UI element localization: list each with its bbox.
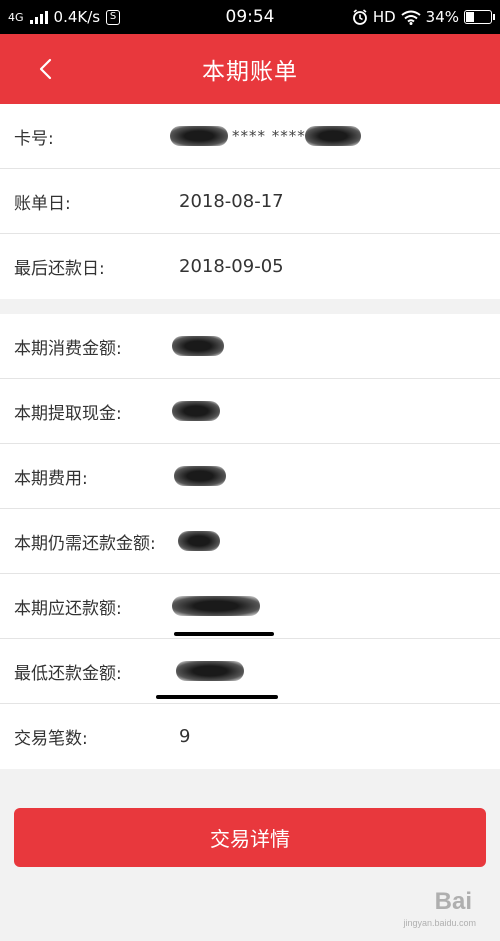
masked-card-suffix <box>305 126 361 146</box>
nav-bar: 本期账单 <box>0 34 500 104</box>
payable-label: 本期应还款额: <box>14 598 122 619</box>
due-date-label: 最后还款日: <box>14 259 105 279</box>
card-number-stars: **** **** <box>232 127 306 145</box>
statement-date-value: 2018-08-17 <box>179 190 284 212</box>
page-title: 本期账单 <box>202 59 298 85</box>
card-info-section: 卡号: **** **** 账单日: 2018-08-17 最后还款日: 201… <box>0 104 500 299</box>
baidu-watermark: Bai <box>434 888 472 915</box>
cash-withdrawal-row: 本期提取现金: <box>0 379 500 444</box>
section-divider <box>0 299 500 314</box>
status-left: 4G 0.4K/s S <box>8 8 121 26</box>
speed-indicator-icon: S <box>106 9 121 25</box>
battery-icon <box>464 10 495 24</box>
baidu-watermark-url: jingyan.baidu.com <box>403 918 476 928</box>
network-speed: 0.4K/s <box>53 8 101 26</box>
network-type: 4G <box>8 10 24 24</box>
statement-date-row: 账单日: 2018-08-17 <box>0 169 500 234</box>
card-number-label: 卡号: <box>14 128 54 149</box>
masked-fees-value <box>174 466 226 486</box>
wifi-icon <box>401 10 421 25</box>
hd-indicator: HD <box>372 8 396 26</box>
masked-cash-value <box>172 401 220 421</box>
remaining-due-row: 本期仍需还款金额: <box>0 509 500 574</box>
payable-underline <box>174 632 274 636</box>
masked-remaining-value <box>178 531 220 551</box>
masked-minimum-value <box>176 661 244 681</box>
transaction-detail-button[interactable]: 交易详情 <box>14 808 486 867</box>
status-bar: 4G 0.4K/s S 09:54 HD 34% <box>0 0 500 34</box>
transaction-count-value: 9 <box>179 726 191 747</box>
detail-button-wrap: 交易详情 <box>14 808 486 867</box>
battery-fill <box>466 12 474 22</box>
masked-payable-value <box>172 596 260 616</box>
spending-row: 本期消费金额: <box>0 314 500 379</box>
cash-withdrawal-label: 本期提取现金: <box>14 403 122 424</box>
signal-icon <box>29 10 48 24</box>
amount-section: 本期消费金额: 本期提取现金: 本期费用: 本期仍需还款金额: 本期应还款额: … <box>0 314 500 769</box>
masked-spending-value <box>172 336 224 356</box>
spending-label: 本期消费金额: <box>14 338 122 359</box>
chevron-left-icon[interactable] <box>34 56 60 82</box>
payable-row: 本期应还款额: <box>0 574 500 639</box>
minimum-payment-row: 最低还款金额: <box>0 639 500 704</box>
minimum-payment-label: 最低还款金额: <box>14 663 122 684</box>
card-number-row: 卡号: **** **** <box>0 104 500 169</box>
transaction-count-label: 交易笔数: <box>14 729 88 749</box>
alarm-icon <box>352 9 367 25</box>
due-date-row: 最后还款日: 2018-09-05 <box>0 234 500 299</box>
statement-date-label: 账单日: <box>14 193 71 214</box>
fees-row: 本期费用: <box>0 444 500 509</box>
remaining-due-label: 本期仍需还款金额: <box>14 533 156 554</box>
transaction-count-row: 交易笔数: 9 <box>0 704 500 769</box>
due-date-value: 2018-09-05 <box>179 256 284 277</box>
masked-card-prefix <box>170 126 228 146</box>
minimum-underline <box>156 695 278 699</box>
battery-percent: 34% <box>425 8 459 26</box>
fees-label: 本期费用: <box>14 468 88 489</box>
status-right: HD 34% <box>352 8 495 26</box>
